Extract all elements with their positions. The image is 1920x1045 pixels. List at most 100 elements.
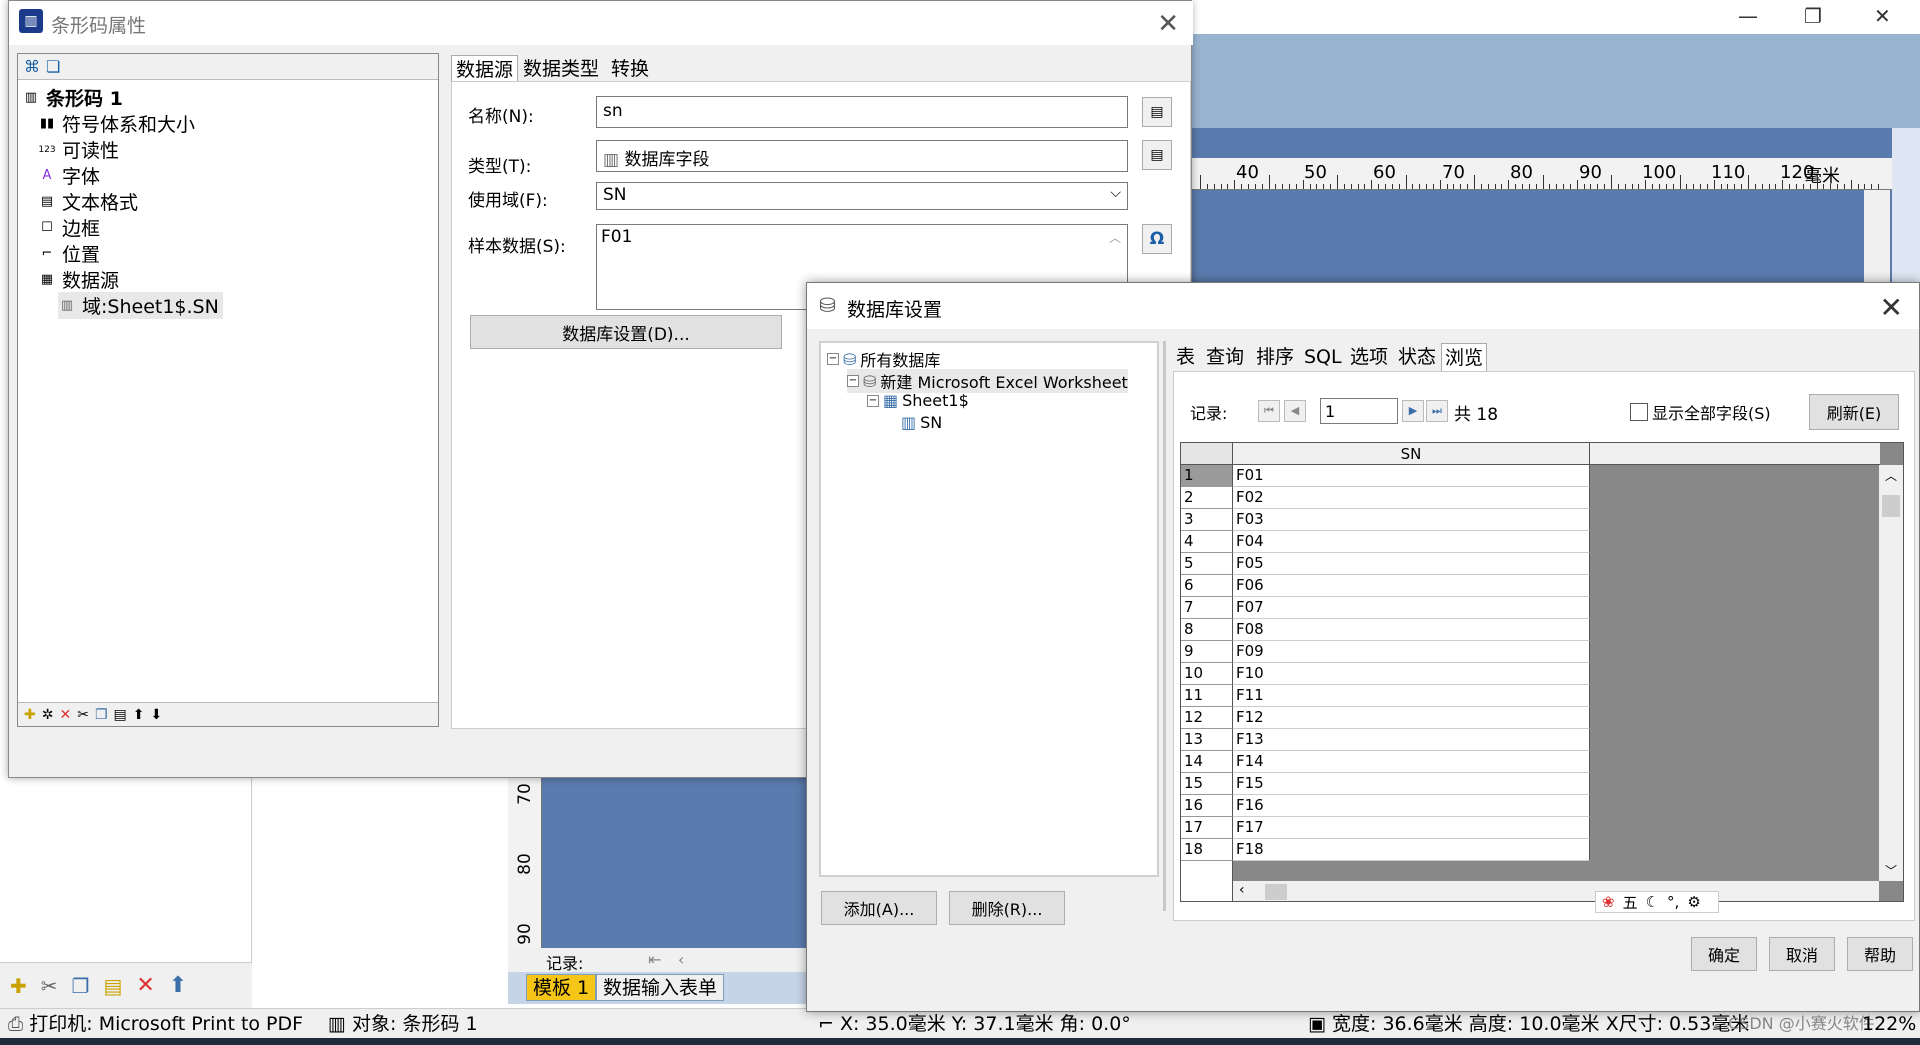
document-canvas[interactable] [542,770,806,950]
scroll-thumb[interactable] [1265,884,1287,900]
tab-sql[interactable]: SQL [1301,343,1345,371]
table-cell-sn[interactable]: F03 [1233,509,1590,531]
tree-item-barcode[interactable]: ▥ 条形码 1 [22,84,123,111]
row-number[interactable]: 4 [1181,531,1233,553]
up-icon[interactable]: ⬆ [169,973,187,998]
restore-icon[interactable]: ❐ [1804,4,1822,28]
prev-record-icon[interactable]: ‹ [678,950,684,969]
checkbox-icon[interactable] [1630,403,1648,421]
scroll-up-icon[interactable]: ︿ [1109,229,1121,246]
design-canvas[interactable] [1192,128,1892,308]
delete-button[interactable]: 删除(R)... [949,891,1065,925]
table-cell-sn[interactable]: F01 [1233,465,1590,487]
close-button[interactable]: ✕ [1880,291,1903,324]
tree-item-text-format[interactable]: ▤ 文本格式 [38,188,138,215]
tab-sort[interactable]: 排序 [1253,343,1297,371]
tab-datatype[interactable]: 数据类型 [519,55,603,83]
tab-table[interactable]: 表 [1173,343,1198,371]
row-number[interactable]: 7 [1181,597,1233,619]
row-number[interactable]: 15 [1181,773,1233,795]
row-number[interactable]: 16 [1181,795,1233,817]
first-record-button[interactable]: ⏮ [1258,400,1280,422]
grid-horizontal-scrollbar[interactable]: ‹ [1233,881,1879,901]
row-number[interactable]: 8 [1181,619,1233,641]
delete-icon[interactable]: ✕ [59,707,71,723]
wizard-icon[interactable]: ✲ [42,707,54,723]
show-all-fields-checkbox[interactable]: 显示全部字段(S) [1630,400,1771,424]
cut-icon[interactable]: ✂ [77,707,89,723]
add-button[interactable]: 添加(A)... [821,891,937,925]
prev-record-button[interactable]: ◀ [1284,400,1306,422]
moon-icon[interactable]: ☾ [1646,893,1659,911]
row-number[interactable]: 12 [1181,707,1233,729]
help-button[interactable]: 帮助 [1847,937,1913,971]
ok-button[interactable]: 确定 [1691,937,1757,971]
table-cell-sn[interactable]: F16 [1233,795,1590,817]
table-cell-sn[interactable]: F07 [1233,597,1590,619]
first-record-icon[interactable]: ⇤ [648,950,661,969]
tree-item-excel-worksheet[interactable]: − ⛁ 新建 Microsoft Excel Worksheet [847,369,1128,393]
table-cell-sn[interactable]: F15 [1233,773,1590,795]
row-number[interactable]: 11 [1181,685,1233,707]
last-record-button[interactable]: ⏭ [1426,400,1448,422]
row-number[interactable]: 13 [1181,729,1233,751]
row-number[interactable]: 1 [1181,465,1233,487]
copy-icon[interactable]: ❐ [72,974,90,998]
special-char-button[interactable]: Ω [1142,224,1172,254]
row-number[interactable]: 14 [1181,751,1233,773]
table-cell-sn[interactable]: F04 [1233,531,1590,553]
tab-datasource[interactable]: 数据源 [451,55,519,83]
table-cell-sn[interactable]: F09 [1233,641,1590,663]
refresh-button[interactable]: 刷新(E) [1809,394,1899,430]
paste-icon[interactable]: ▤ [114,707,127,723]
move-up-icon[interactable]: ⬆ [133,707,145,723]
delete-icon[interactable]: ✕ [136,973,154,998]
tree-item-border[interactable]: ☐ 边框 [38,214,100,241]
name-browse-button[interactable]: ▤ [1142,97,1172,127]
tree-item-readability[interactable]: 123 可读性 [38,136,119,163]
row-number[interactable]: 17 [1181,817,1233,839]
table-cell-sn[interactable]: F08 [1233,619,1590,641]
punctuation-icon[interactable]: °, [1667,893,1679,911]
tree-item-sn[interactable]: ▥ SN [901,413,942,432]
paste-icon[interactable]: ▤ [103,974,122,998]
splitter[interactable] [1163,341,1166,911]
close-button[interactable]: ✕ [1157,9,1179,39]
cut-icon[interactable]: ✂ [41,974,58,998]
row-number[interactable]: 18 [1181,839,1233,861]
tab-transform[interactable]: 转换 [607,55,653,83]
collapse-icon[interactable]: − [847,375,859,387]
column-header-sn[interactable]: SN [1233,443,1590,465]
tree-item-font[interactable]: A 字体 [38,162,100,189]
name-input[interactable]: sn [596,96,1128,128]
tab-data-entry-form[interactable]: 数据输入表单 [596,974,725,1001]
scroll-left-icon[interactable]: ‹ [1239,882,1245,898]
next-record-button[interactable]: ▶ [1402,400,1424,422]
type-field[interactable]: ▥ 数据库字段 [596,140,1128,172]
table-cell-sn[interactable]: F18 [1233,839,1590,861]
grid-vertical-scrollbar[interactable]: ︿ ﹀ [1879,465,1903,881]
cancel-button[interactable]: 取消 [1769,937,1835,971]
domain-select[interactable]: SN ⌵ [596,182,1128,210]
move-down-icon[interactable]: ⬇ [150,707,162,723]
tab-options[interactable]: 选项 [1347,343,1391,371]
minimize-icon[interactable]: — [1738,4,1758,28]
row-number[interactable]: 5 [1181,553,1233,575]
tree-item-sheet[interactable]: − ▦ Sheet1$ [867,391,969,410]
collapse-icon[interactable]: − [867,394,879,407]
tab-status[interactable]: 状态 [1395,343,1439,371]
tree-item-datasource[interactable]: ▦ 数据源 [38,266,119,293]
table-cell-sn[interactable]: F14 [1233,751,1590,773]
collapse-icon[interactable]: − [827,353,839,365]
table-cell-sn[interactable]: F12 [1233,707,1590,729]
copy-icon[interactable]: ❐ [95,707,108,723]
scroll-up-icon[interactable]: ︿ [1885,467,1897,484]
new-icon[interactable]: ✚ [10,974,27,998]
collapse-icon[interactable]: ❏ [46,57,60,76]
type-browse-button[interactable]: ▤ [1142,140,1172,170]
tree-item-symbology[interactable]: ▮▮ 符号体系和大小 [38,110,195,137]
scroll-down-icon[interactable]: ﹀ [1885,862,1897,879]
database-settings-button[interactable]: 数据库设置(D)... [470,315,782,349]
table-cell-sn[interactable]: F05 [1233,553,1590,575]
row-number[interactable]: 6 [1181,575,1233,597]
